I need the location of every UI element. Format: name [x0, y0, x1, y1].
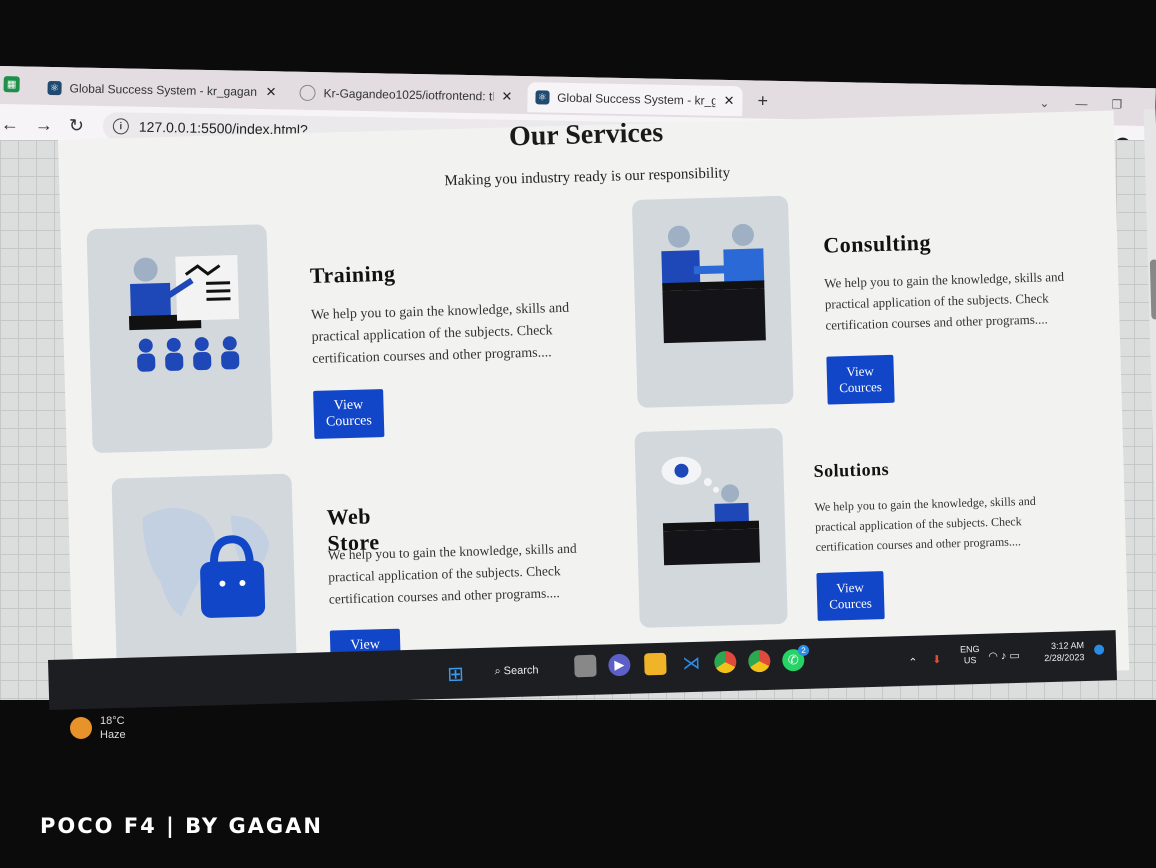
close-tab-icon[interactable]: ✕ [265, 84, 276, 100]
card-description: We help you to gain the knowledge, skill… [327, 540, 577, 607]
card-description: We help you to gain the knowledge, skill… [824, 268, 1065, 333]
forward-arrow-icon[interactable]: → [35, 115, 53, 136]
language-indicator[interactable]: ENG US [960, 644, 980, 667]
card-description: We help you to gain the knowledge, skill… [814, 493, 1036, 555]
view-courses-button-solutions[interactable]: View Cources [816, 571, 885, 621]
weather-haze-icon [70, 717, 92, 739]
view-courses-button-training[interactable]: View Cources [313, 389, 385, 439]
teams-icon[interactable]: ▶ [608, 653, 631, 677]
language-code: ENG [959, 643, 980, 655]
notification-icon[interactable] [1093, 644, 1105, 655]
handshake-icon [631, 195, 794, 408]
weather-desc: Haze [100, 729, 126, 741]
chrome-icon[interactable] [714, 650, 737, 674]
site-favicon-icon: ⚛ [47, 80, 62, 96]
back-arrow-icon[interactable]: ← [1, 114, 19, 135]
close-tab-icon[interactable]: ✕ [723, 93, 734, 109]
network-sound-battery-icons[interactable]: ◠ ♪ ▭ [988, 649, 1020, 663]
webpage: Our Services Making you industry ready i… [58, 109, 1156, 700]
new-tab-button[interactable]: + [757, 91, 768, 112]
vscode-icon[interactable]: ⋊ [680, 652, 703, 675]
tab-title: Global Success System - kr_gagan [557, 90, 716, 108]
card-title: Solutions [813, 458, 890, 482]
antivirus-tray-icon[interactable]: ⬇ [932, 653, 942, 666]
search-label: Search [503, 664, 539, 678]
tab-1[interactable]: ⚛ Global Success System - kr_gagan ✕ [39, 73, 285, 108]
tab-title: Global Success System - kr_gagan [69, 81, 258, 99]
hidden-icons-chevron-icon[interactable]: ⌃ [908, 656, 918, 669]
clock-time: 3:12 AM [1050, 640, 1085, 651]
view-courses-button-consulting[interactable]: View Cources [826, 354, 895, 405]
windows-start-icon[interactable]: ⊞ [444, 662, 467, 685]
tab-3-active[interactable]: ⚛ Global Success System - kr_gagan ✕ [527, 82, 743, 117]
card-description: We help you to gain the knowledge, skill… [310, 300, 570, 367]
tab-2[interactable]: Kr-Gagandeo1025/iotfrontend: th ✕ [291, 78, 524, 112]
presenter-icon [86, 224, 273, 454]
file-explorer-icon[interactable] [644, 652, 667, 676]
weather-temp: 18°C [100, 715, 125, 727]
clock[interactable]: 3:12 AM 2/28/2023 [1044, 639, 1085, 664]
weather-widget[interactable]: 18°C Haze [70, 714, 126, 742]
taskbar-search[interactable]: ⌕ Search [494, 664, 538, 678]
card-title: Consulting [822, 229, 932, 258]
sheets-app-icon[interactable]: ▦ [3, 76, 20, 93]
task-view-icon[interactable] [574, 654, 597, 678]
whatsapp-badge: 2 [797, 644, 810, 657]
tab-title: Kr-Gagandeo1025/iotfrontend: th [323, 86, 494, 104]
close-tab-icon[interactable]: ✕ [501, 89, 512, 105]
thinking-person-icon [634, 427, 788, 628]
scrollbar-thumb[interactable] [1149, 259, 1156, 320]
camera-watermark: POCO F4 | BY GAGAN [40, 814, 323, 838]
chrome-profile-icon[interactable] [748, 649, 771, 673]
clock-date: 2/28/2023 [1044, 652, 1085, 664]
site-favicon-icon: ⚛ [535, 90, 550, 105]
region-code: US [963, 655, 977, 666]
card-title: Training [309, 260, 396, 289]
github-favicon-icon [299, 84, 316, 102]
